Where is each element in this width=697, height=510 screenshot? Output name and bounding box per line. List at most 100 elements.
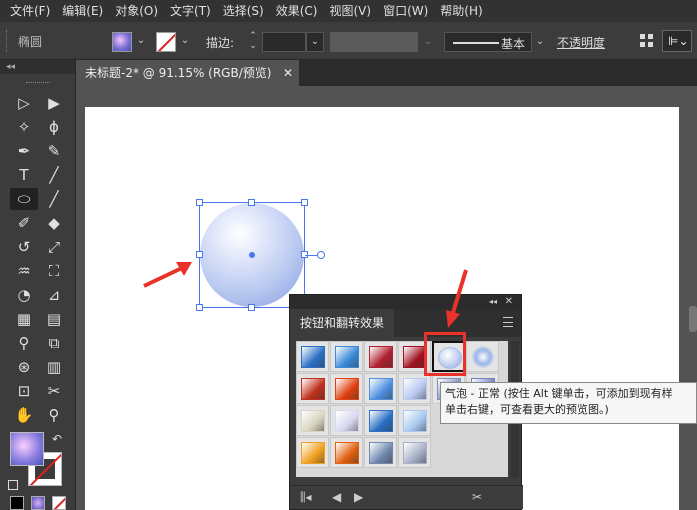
panel-close-icon[interactable]: ✕: [505, 295, 513, 309]
style-swatch-blue-gloss-square[interactable]: [364, 373, 397, 404]
library-menu-icon[interactable]: ⫼◂: [300, 490, 312, 505]
shape-builder-tool-icon[interactable]: ◔: [10, 284, 38, 306]
stroke-stepper[interactable]: ⌃ ⌄: [246, 31, 260, 53]
control-bar-grip[interactable]: [6, 30, 8, 52]
stroke-weight-input[interactable]: [262, 32, 306, 52]
warp-tool-icon[interactable]: ♒: [10, 260, 38, 282]
column-graph-tool-icon[interactable]: ▥: [40, 356, 68, 378]
mesh-tool-icon[interactable]: ▦: [10, 308, 38, 330]
line-tool-icon[interactable]: ╱: [40, 164, 68, 186]
swap-fill-stroke-icon[interactable]: ↶: [52, 432, 62, 446]
rotate-handle[interactable]: [317, 251, 325, 259]
panel-tab-row: 按钮和翻转效果: [290, 309, 521, 337]
stroke-weight-dropdown[interactable]: ⌄: [306, 32, 324, 52]
selection-tool-icon[interactable]: ▷: [10, 92, 38, 114]
swatch-preview: [369, 442, 393, 464]
pen-tool-icon[interactable]: ✒: [10, 140, 38, 162]
paintbrush-tool-icon[interactable]: ╱: [40, 188, 68, 210]
color-mode-icon[interactable]: [10, 496, 24, 510]
align-grid-icon[interactable]: [640, 34, 654, 48]
style-swatch-orange-red[interactable]: [330, 437, 363, 468]
brush-line-preview: [453, 42, 499, 44]
menu-file[interactable]: 文件(F): [4, 0, 56, 22]
scale-tool-icon[interactable]: ⤢: [40, 236, 68, 258]
style-swatch-blue-gradient[interactable]: [364, 405, 397, 436]
perspective-grid-tool-icon[interactable]: ⊿: [40, 284, 68, 306]
brush-dropdown-icon[interactable]: ⌄: [532, 32, 548, 52]
menu-object[interactable]: 对象(O): [109, 0, 164, 22]
direct-selection-tool-icon[interactable]: ▶: [40, 92, 68, 114]
stroke-label[interactable]: 描边:: [206, 34, 234, 51]
zoom-tool-icon[interactable]: ⚲: [40, 404, 68, 426]
red-arrow-to-swatch-icon: [446, 269, 468, 328]
tooltip-line-1: 气泡 - 正常 (按住 Alt 键单击，可添加到现有样: [445, 387, 673, 400]
style-swatch-fire-orange[interactable]: [330, 373, 363, 404]
resize-handle-b[interactable]: [248, 304, 255, 311]
gradient-tool-icon[interactable]: ▤: [40, 308, 68, 330]
menu-effect[interactable]: 效果(C): [270, 0, 324, 22]
blob-brush-tool-icon[interactable]: ✐: [10, 212, 38, 234]
variable-width-dropdown-icon[interactable]: ⌄: [420, 32, 436, 52]
document-tab[interactable]: 未标题-2* @ 91.15% (RGB/预览) ✕: [77, 60, 299, 86]
menu-view[interactable]: 视图(V): [323, 0, 377, 22]
resize-handle-tl[interactable]: [196, 199, 203, 206]
style-swatch-blue-square-bevel[interactable]: [330, 341, 363, 372]
arrange-panel-icon[interactable]: ⊫⌄: [662, 30, 692, 52]
resize-handle-bl[interactable]: [196, 304, 203, 311]
break-link-icon[interactable]: ✂: [472, 490, 482, 504]
none-slash-icon: [53, 497, 65, 509]
resize-handle-l[interactable]: [196, 251, 203, 258]
magic-wand-tool-icon[interactable]: ✧: [10, 116, 38, 138]
hand-tool-icon[interactable]: ✋: [10, 404, 38, 426]
tools-collapse-icon[interactable]: ◂◂: [0, 60, 75, 74]
curvature-tool-icon[interactable]: ✎: [40, 140, 68, 162]
panel-tab-buttons-rollovers[interactable]: 按钮和翻转效果: [290, 309, 394, 337]
style-swatch-lavender-square[interactable]: [330, 405, 363, 436]
stroke-swatch[interactable]: [156, 32, 176, 52]
style-swatch-silver-frame[interactable]: [398, 437, 431, 468]
style-swatch-red-orange-square[interactable]: [296, 373, 329, 404]
fill-color-swatch[interactable]: [10, 432, 44, 466]
rotate-tool-icon[interactable]: ↺: [10, 236, 38, 258]
style-swatch-light-blue-square[interactable]: [398, 373, 431, 404]
style-swatch-gray-blue-frame[interactable]: [364, 437, 397, 468]
variable-width-profile[interactable]: [330, 32, 418, 52]
style-swatch-light-blue-gradient[interactable]: [398, 405, 431, 436]
style-swatch-starburst-blue[interactable]: [466, 341, 499, 372]
eyedropper-tool-icon[interactable]: ⚲: [10, 332, 38, 354]
panel-menu-icon[interactable]: [503, 317, 513, 327]
default-colors-icon[interactable]: [8, 480, 18, 490]
close-tab-icon[interactable]: ✕: [283, 60, 293, 86]
opacity-link[interactable]: 不透明度: [557, 34, 605, 51]
eraser-tool-icon[interactable]: ◆: [40, 212, 68, 234]
symbol-sprayer-tool-icon[interactable]: ⊛: [10, 356, 38, 378]
fill-dropdown-icon[interactable]: ⌄: [136, 34, 146, 48]
style-swatch-orange-yellow[interactable]: [296, 437, 329, 468]
canvas-scrollbar[interactable]: [689, 306, 697, 332]
style-swatch-red-rounded[interactable]: [364, 341, 397, 372]
previous-library-icon[interactable]: ◀: [332, 490, 341, 504]
free-transform-tool-icon[interactable]: ⛶: [40, 260, 68, 282]
style-swatch-blue-square-inset[interactable]: [296, 341, 329, 372]
menu-help[interactable]: 帮助(H): [434, 0, 488, 22]
style-swatch-beige-square[interactable]: [296, 405, 329, 436]
fill-swatch[interactable]: [112, 32, 132, 52]
resize-handle-tr[interactable]: [301, 199, 308, 206]
resize-handle-t[interactable]: [248, 199, 255, 206]
lasso-tool-icon[interactable]: ϕ: [40, 116, 68, 138]
menu-select[interactable]: 选择(S): [217, 0, 270, 22]
ellipse-tool-icon[interactable]: ⬭: [10, 188, 38, 210]
gradient-mode-icon[interactable]: [31, 496, 45, 510]
panel-collapse-icon[interactable]: ◂◂: [489, 295, 497, 309]
menu-window[interactable]: 窗口(W): [377, 0, 434, 22]
type-tool-icon[interactable]: T: [10, 164, 38, 186]
menu-type[interactable]: 文字(T): [164, 0, 217, 22]
brush-definition[interactable]: 基本: [444, 32, 532, 52]
next-library-icon[interactable]: ▶: [354, 490, 363, 504]
stroke-dropdown-icon[interactable]: ⌄: [180, 34, 190, 48]
slice-tool-icon[interactable]: ✂: [40, 380, 68, 402]
artboard-tool-icon[interactable]: ⊡: [10, 380, 38, 402]
menu-edit[interactable]: 编辑(E): [56, 0, 109, 22]
blend-tool-icon[interactable]: ⧉: [40, 332, 68, 354]
none-mode-icon[interactable]: [52, 496, 66, 510]
